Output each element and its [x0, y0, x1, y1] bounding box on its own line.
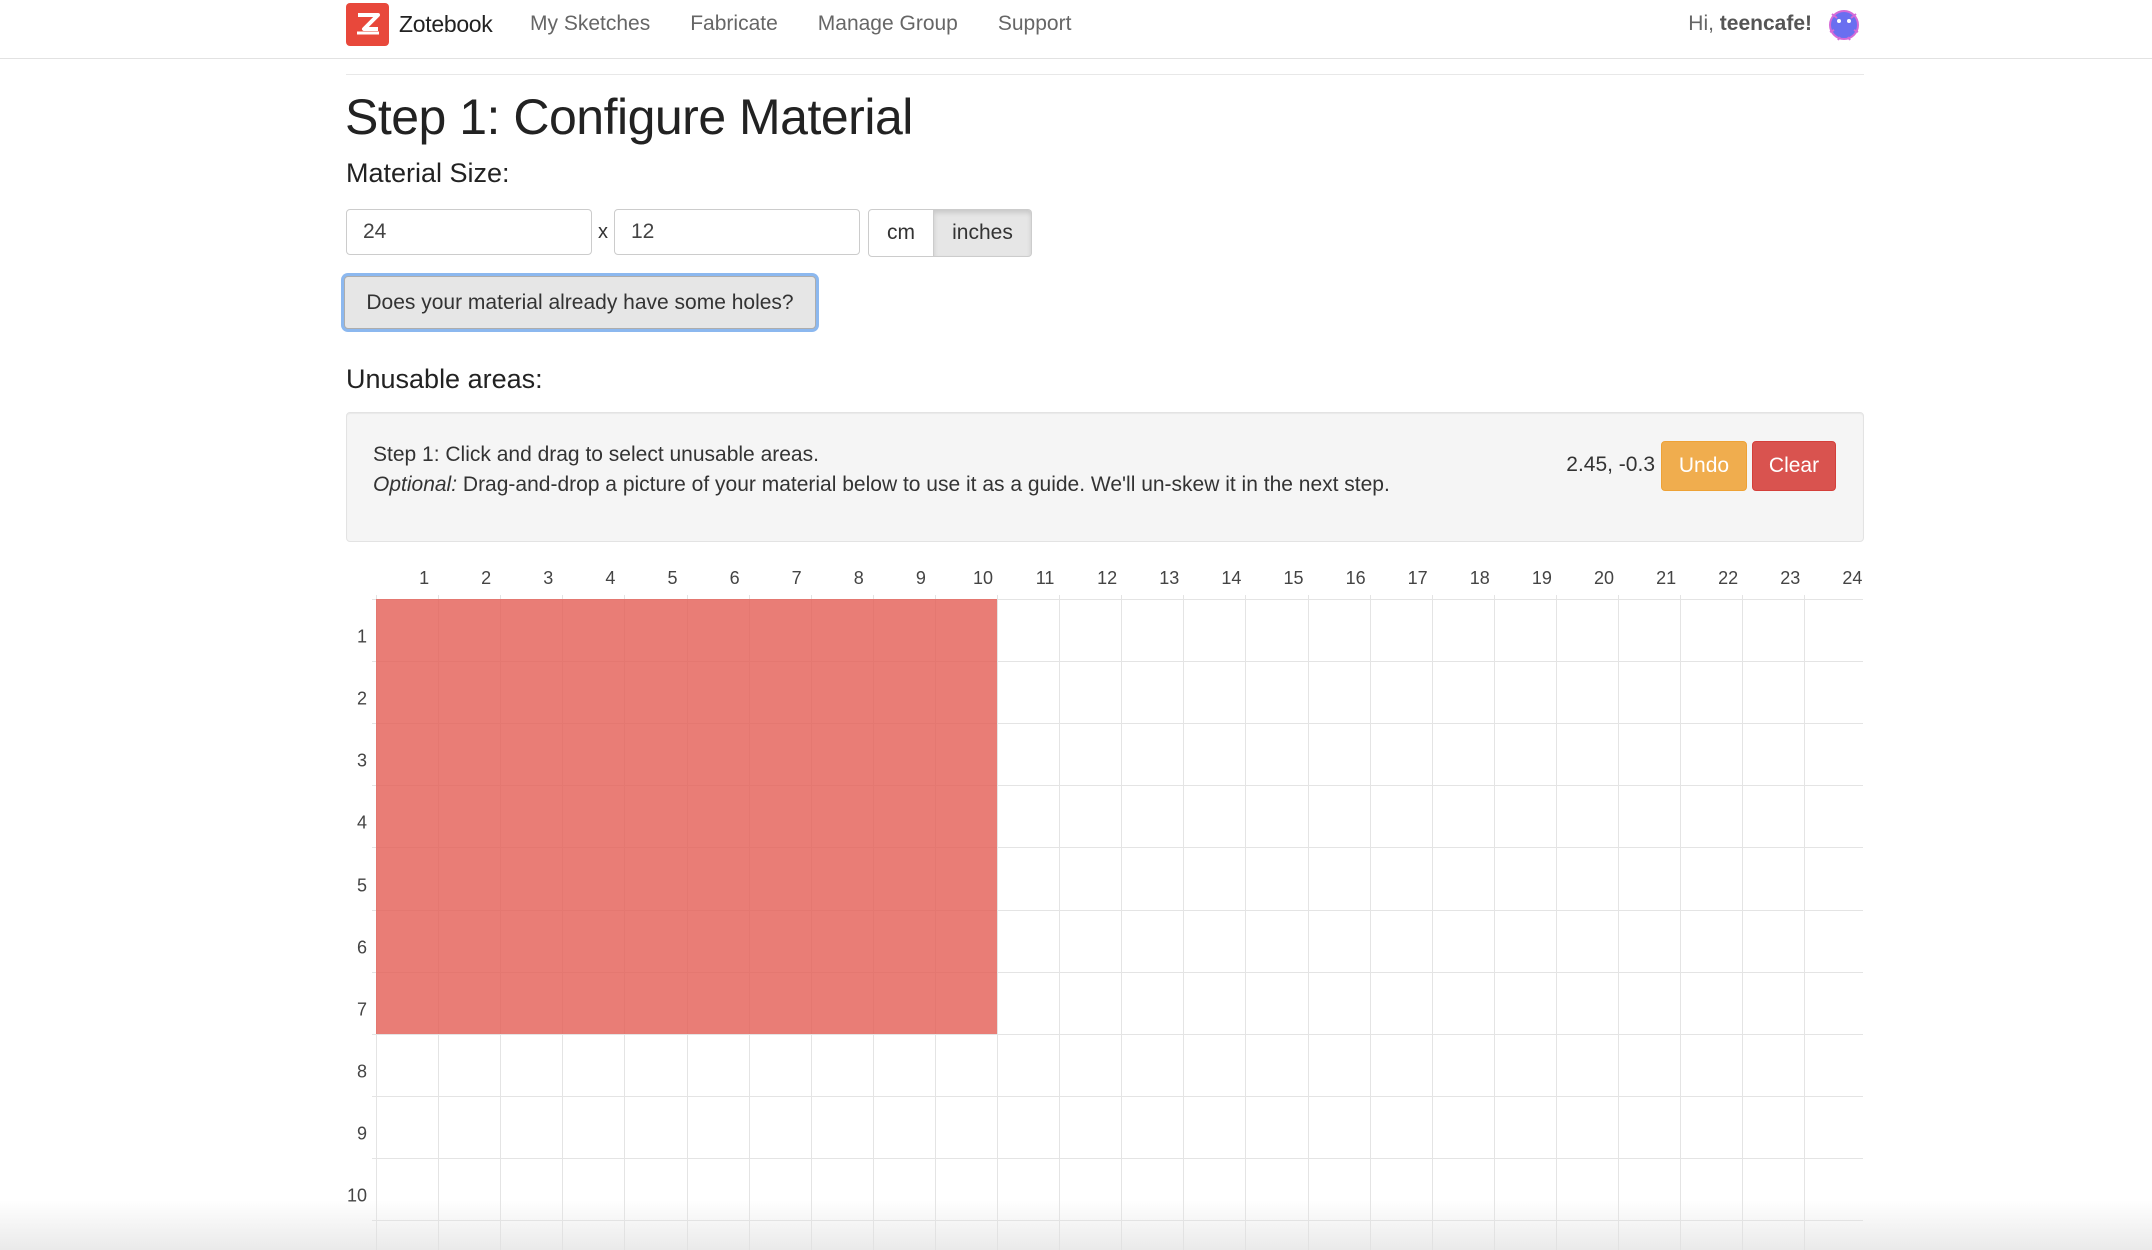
grid-column-label: 19 — [1531, 568, 1552, 588]
times-symbol: x — [598, 221, 608, 243]
grid-column-label: 11 — [1035, 568, 1055, 588]
grid-vline — [1121, 595, 1123, 1250]
grid-column-label: 6 — [729, 568, 740, 588]
grid-column-label: 24 — [1842, 568, 1863, 588]
grid-vline — [1307, 595, 1309, 1250]
grid-column-label: 16 — [1345, 568, 1366, 588]
user-avatar-icon[interactable] — [1824, 4, 1864, 44]
grid-vline — [1059, 595, 1061, 1250]
grid-row-label: 8 — [356, 1061, 367, 1082]
grid-hline — [372, 1095, 1863, 1097]
unit-inches-button[interactable]: inches — [934, 209, 1032, 257]
brand-name: Zotebook — [399, 10, 493, 37]
grid-vline — [997, 595, 998, 1250]
grid-row-label: 4 — [356, 812, 367, 833]
optional-label: Optional: — [373, 473, 458, 496]
step-instruction: Step 1: Click and drag to select unusabl… — [373, 443, 819, 466]
grid-row-label: 5 — [356, 875, 367, 895]
grid-column-label: 23 — [1780, 568, 1801, 588]
page-title: Step 1: Configure Material — [345, 89, 913, 145]
navbar: Zotebook My Sketches Fabricate Manage Gr… — [0, 0, 2152, 59]
grid-column-label: 14 — [1221, 568, 1242, 588]
nav-support[interactable]: Support — [998, 12, 1072, 36]
nav-links: My Sketches Fabricate Manage Group Suppo… — [530, 0, 1111, 48]
nav-fabricate[interactable]: Fabricate — [690, 12, 778, 36]
grid-column-label: 2 — [481, 568, 492, 588]
unit-cm-button[interactable]: cm — [868, 209, 934, 257]
grid-column-label: 5 — [667, 568, 678, 588]
unit-toggle: cm inches — [868, 209, 1032, 257]
optional-instruction: Optional: Drag-and-drop a picture of you… — [373, 473, 1390, 497]
grid-column-label: 4 — [605, 568, 616, 588]
zotebook-logo-icon — [346, 2, 389, 46]
grid-column-label: 12 — [1097, 568, 1118, 588]
divider — [346, 74, 1864, 75]
optional-text: Drag-and-drop a picture of your material… — [457, 473, 1390, 496]
grid-column-label: 1 — [419, 568, 430, 588]
grid-vline — [1431, 595, 1433, 1250]
grid-column-label: 9 — [915, 568, 926, 588]
grid-vline — [1680, 595, 1682, 1250]
grid-row-label: 1 — [356, 626, 367, 647]
grid-column-label: 17 — [1407, 568, 1428, 588]
grid-vline — [1183, 595, 1185, 1250]
grid-column-label: 3 — [543, 568, 554, 588]
instructions-panel: Step 1: Click and drag to select unusabl… — [346, 412, 1864, 542]
grid-column-label: 18 — [1469, 568, 1490, 588]
grid-vline — [1742, 595, 1744, 1250]
grid-hline — [372, 1220, 1863, 1221]
grid-hline — [372, 1157, 1863, 1159]
grid-column-label: 20 — [1593, 568, 1615, 588]
grid-column-label: 15 — [1283, 568, 1304, 588]
unusable-area[interactable] — [376, 599, 997, 1034]
grid-row-label: 10 — [346, 1185, 367, 1206]
grid-vline — [1245, 595, 1247, 1250]
grid-vline — [1369, 595, 1371, 1250]
user-menu[interactable]: Hi, teencafe! — [1688, 0, 1864, 48]
grid-vline — [1618, 595, 1619, 1250]
material-grid[interactable] — [372, 595, 1863, 1250]
nav-manage-group[interactable]: Manage Group — [818, 12, 958, 36]
grid-column-label: 22 — [1718, 568, 1739, 588]
grid-row-label: 9 — [356, 1123, 367, 1144]
grid-column-label: 21 — [1656, 568, 1677, 588]
material-size-label: Material Size: — [346, 158, 510, 188]
grid-column-label: 7 — [791, 568, 802, 588]
nav-my-sketches[interactable]: My Sketches — [530, 12, 650, 36]
material-width-input[interactable] — [346, 209, 592, 255]
grid-vline — [1555, 595, 1557, 1250]
greeting: Hi, teencafe! — [1688, 12, 1812, 35]
grid-row-label: 7 — [356, 999, 367, 1020]
undo-button[interactable]: Undo — [1661, 441, 1747, 491]
grid-vline — [1493, 595, 1495, 1250]
grid-column-label: 10 — [972, 568, 994, 588]
grid-row-label: 6 — [356, 937, 367, 958]
material-height-input[interactable] — [614, 209, 860, 255]
brand-link[interactable]: Zotebook — [346, 2, 493, 46]
grid-hline — [372, 1033, 1863, 1035]
grid-column-label: 8 — [853, 568, 864, 588]
grid-vline — [1804, 595, 1806, 1250]
grid-column-label: 13 — [1159, 568, 1180, 588]
grid-row-label: 2 — [356, 688, 367, 709]
existing-holes-button[interactable]: Does your material already have some hol… — [344, 276, 816, 329]
unusable-areas-label: Unusable areas: — [346, 364, 543, 394]
username: teencafe! — [1719, 12, 1812, 35]
grid-row-label: 3 — [356, 750, 367, 771]
clear-button[interactable]: Clear — [1752, 441, 1836, 491]
cursor-coordinates: 2.45, -0.3 — [1566, 453, 1655, 476]
